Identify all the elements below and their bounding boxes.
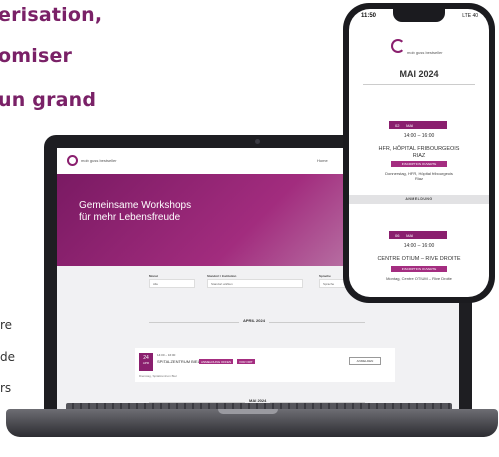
- phone-register-separator[interactable]: ANMELDUNG: [349, 195, 489, 204]
- phone-notch: [393, 9, 445, 22]
- filter-label-location: Standort / Institution: [207, 274, 237, 278]
- phone-frame: 11:50 LTE 40 mob guss bestseller MAI 202…: [343, 3, 495, 303]
- event-card[interactable]: 24 APR 14:00 – 16:00 SPITALZENTRUM BIEL …: [135, 348, 395, 382]
- phone-event-2-tag: INSCRIPTION OUVERTE: [391, 266, 447, 272]
- phone-event-2-day: 06: [395, 233, 400, 238]
- phone-month-heading: MAI 2024: [399, 69, 439, 79]
- event-date-badge: 24 APR: [139, 353, 153, 371]
- body-text-fragment-2: de: [0, 350, 15, 364]
- phone-screen: 11:50 LTE 40 mob guss bestseller MAI 202…: [349, 9, 489, 297]
- phone-event-1-tag: INSCRIPTION OUVERTE: [391, 161, 447, 167]
- phone-event-1-detail: Donnerstag, HFR, Hôpital fribourgeois Ri…: [385, 171, 453, 181]
- phone-brand: mob guss bestseller: [407, 50, 443, 55]
- month-heading-april: APRIL 2024: [239, 318, 269, 323]
- event-location: Dienstag, Spitalzentrum Biel: [139, 374, 177, 378]
- filter-label-language: Sprache: [319, 274, 331, 278]
- site-logo-icon[interactable]: [67, 155, 78, 166]
- headline-line-2: omiser: [0, 45, 73, 67]
- event-time: 14:00 – 16:00: [157, 353, 176, 357]
- phone-event-2-date: 06 MAI: [389, 231, 447, 239]
- nav-home[interactable]: Home: [317, 158, 328, 163]
- laptop-camera: [255, 139, 260, 144]
- phone-status-signal: LTE 40: [462, 13, 478, 19]
- filter-month-select[interactable]: Alle: [149, 279, 195, 288]
- phone-logo-icon[interactable]: [391, 39, 405, 53]
- filter-label-month: Monat: [149, 274, 158, 278]
- phone-month-divider: [363, 84, 475, 85]
- phone-event-1-month: MAI: [406, 123, 414, 128]
- phone-event-2-venue: CENTRE OTIUM – RIVE DROITE: [377, 256, 461, 262]
- hero-title: Gemeinsame Workshops für mehr Lebensfreu…: [79, 200, 192, 223]
- phone-event-1-date: 02 MAI: [389, 121, 447, 129]
- event-date-month: APR: [142, 361, 150, 365]
- phone-event-2-hours: 14:00 – 16:00: [403, 243, 435, 249]
- event-title: SPITALZENTRUM BIEL: [157, 359, 200, 364]
- phone-event-1-day: 02: [395, 123, 400, 128]
- headline-line-3: un grand: [0, 89, 97, 111]
- body-text-fragment-1: re: [0, 318, 13, 332]
- phone-event-1-hours: 14:00 – 16:00: [403, 133, 435, 139]
- body-text-fragment-3: rs: [0, 381, 12, 395]
- laptop-trackpad-notch: [218, 409, 278, 414]
- phone-status-time: 11:50: [361, 13, 377, 19]
- phone-event-1-venue: HFR, HÔPITAL FRIBOURGEOIS RIAZ: [378, 146, 460, 159]
- phone-event-2-detail: Montag, Centre OTIUM – Rive Droite: [386, 276, 452, 281]
- event-tag-onsite: VOR ORT: [237, 359, 255, 364]
- headline-line-1: erisation,: [0, 4, 103, 26]
- phone-event-2-month: MAI: [406, 233, 414, 238]
- filter-location-select[interactable]: Standort wählen: [207, 279, 303, 288]
- event-register-button[interactable]: ANMELDEN: [349, 357, 381, 365]
- site-brand: mob guss bestseller: [81, 158, 117, 163]
- event-tag-open: ANMELDUNG OFFEN: [199, 359, 234, 364]
